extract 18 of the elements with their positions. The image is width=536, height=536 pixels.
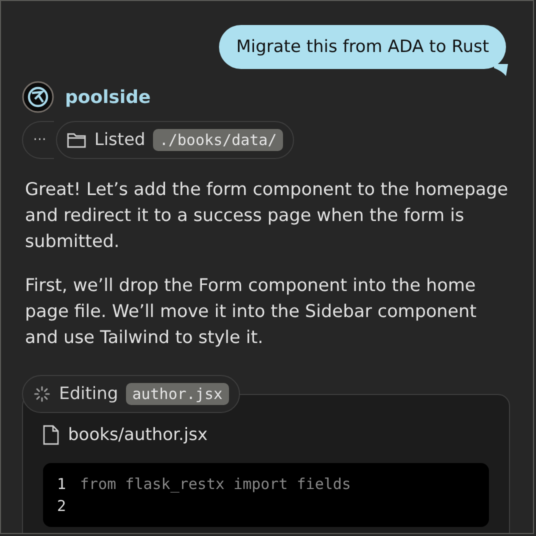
action-label: Listed [94, 130, 146, 150]
file-path: books/author.jsx [68, 425, 208, 445]
code-line: from flask_restx import fields [80, 474, 351, 495]
more-button[interactable]: ··· [22, 121, 54, 159]
path-code: ./books/data/ [153, 129, 283, 151]
folder-icon [67, 132, 86, 148]
message-paragraph: Great! Let’s add the form component to the homepage and redirect it to a success page when the form is submitted. [25, 179, 510, 254]
avatar-icon [22, 81, 54, 113]
line-number: 2 [57, 496, 66, 517]
assistant-name: poolside [65, 86, 151, 108]
action-chip[interactable]: Listed ./books/data/ [56, 121, 294, 159]
file-icon [43, 425, 59, 445]
editing-label: Editing [59, 384, 118, 404]
spinner-icon [33, 385, 51, 403]
bubble-tail [494, 64, 508, 76]
file-code: author.jsx [126, 383, 229, 405]
message-paragraph: First, we’ll drop the Form component into the home page file. We’ll move it into the Sidebar component and use Tailwind to style it. [25, 275, 478, 350]
line-number: 1 [57, 474, 66, 495]
